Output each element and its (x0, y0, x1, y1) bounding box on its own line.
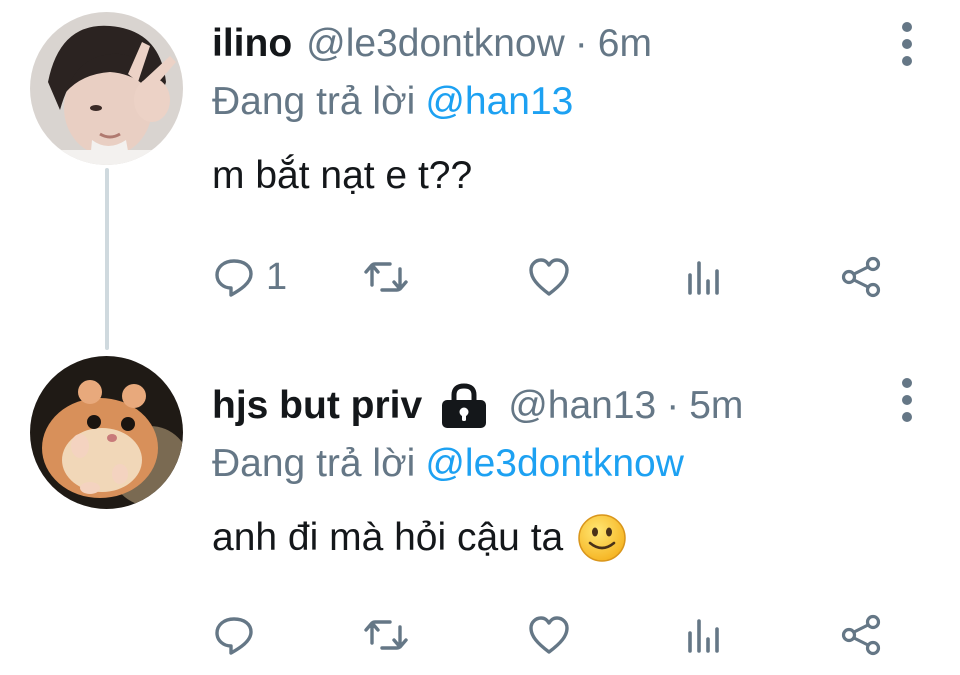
user-handle[interactable]: @han13 (508, 380, 656, 432)
like-icon (529, 258, 569, 296)
thread-connector-line (105, 168, 109, 350)
more-icon[interactable] (900, 22, 914, 66)
replying-to: Đang trả lời @le3dontknow (212, 438, 900, 490)
analytics-button[interactable] (682, 610, 726, 660)
replying-to-label: Đang trả lời (212, 442, 416, 485)
share-button[interactable] (840, 610, 884, 660)
retweet-button[interactable] (364, 610, 408, 660)
more-icon[interactable] (900, 378, 914, 422)
reply-button[interactable]: 1 (212, 252, 287, 302)
replying-to-handle[interactable]: @le3dontknow (425, 442, 684, 485)
share-icon (841, 614, 881, 656)
retweet-icon (364, 262, 408, 292)
like-button[interactable] (527, 610, 571, 660)
action-bar (212, 610, 902, 660)
display-name[interactable]: ilino (212, 18, 292, 70)
separator-dot: · (666, 384, 680, 427)
replying-to-label: Đang trả lời (212, 80, 416, 123)
timestamp[interactable]: 6m (598, 18, 652, 70)
avatar[interactable] (30, 12, 183, 165)
like-button[interactable] (527, 252, 571, 302)
reply-icon (215, 259, 253, 297)
share-icon (841, 256, 881, 298)
reply-button[interactable] (212, 610, 266, 660)
timestamp[interactable]: 5m (689, 380, 743, 432)
share-button[interactable] (840, 252, 884, 302)
analytics-icon (688, 261, 719, 295)
retweet-icon (364, 620, 408, 650)
avatar[interactable] (30, 356, 183, 509)
like-icon (529, 616, 569, 654)
user-handle[interactable]: @le3dontknow (306, 18, 565, 70)
reply-icon (215, 617, 253, 655)
tweet-text: anh đi mà hỏi cậu ta (212, 512, 900, 564)
reply-count: 1 (266, 255, 288, 298)
tweet-text: m bắt nạt e t?? (212, 150, 900, 202)
lock-icon (442, 383, 487, 428)
display-name[interactable]: hjs but priv (212, 380, 422, 432)
retweet-button[interactable] (364, 252, 408, 302)
replying-to: Đang trả lời @han13 (212, 76, 900, 128)
analytics-button[interactable] (682, 252, 726, 302)
replying-to-handle[interactable]: @han13 (425, 80, 573, 123)
separator-dot: · (574, 22, 588, 65)
action-bar: 1 (212, 252, 902, 302)
smile-emoji-icon (578, 514, 626, 562)
tweet-text-content: anh đi mà hỏi cậu ta (212, 516, 564, 559)
tweet-text-content: m bắt nạt e t?? (212, 154, 473, 197)
analytics-icon (688, 619, 719, 653)
